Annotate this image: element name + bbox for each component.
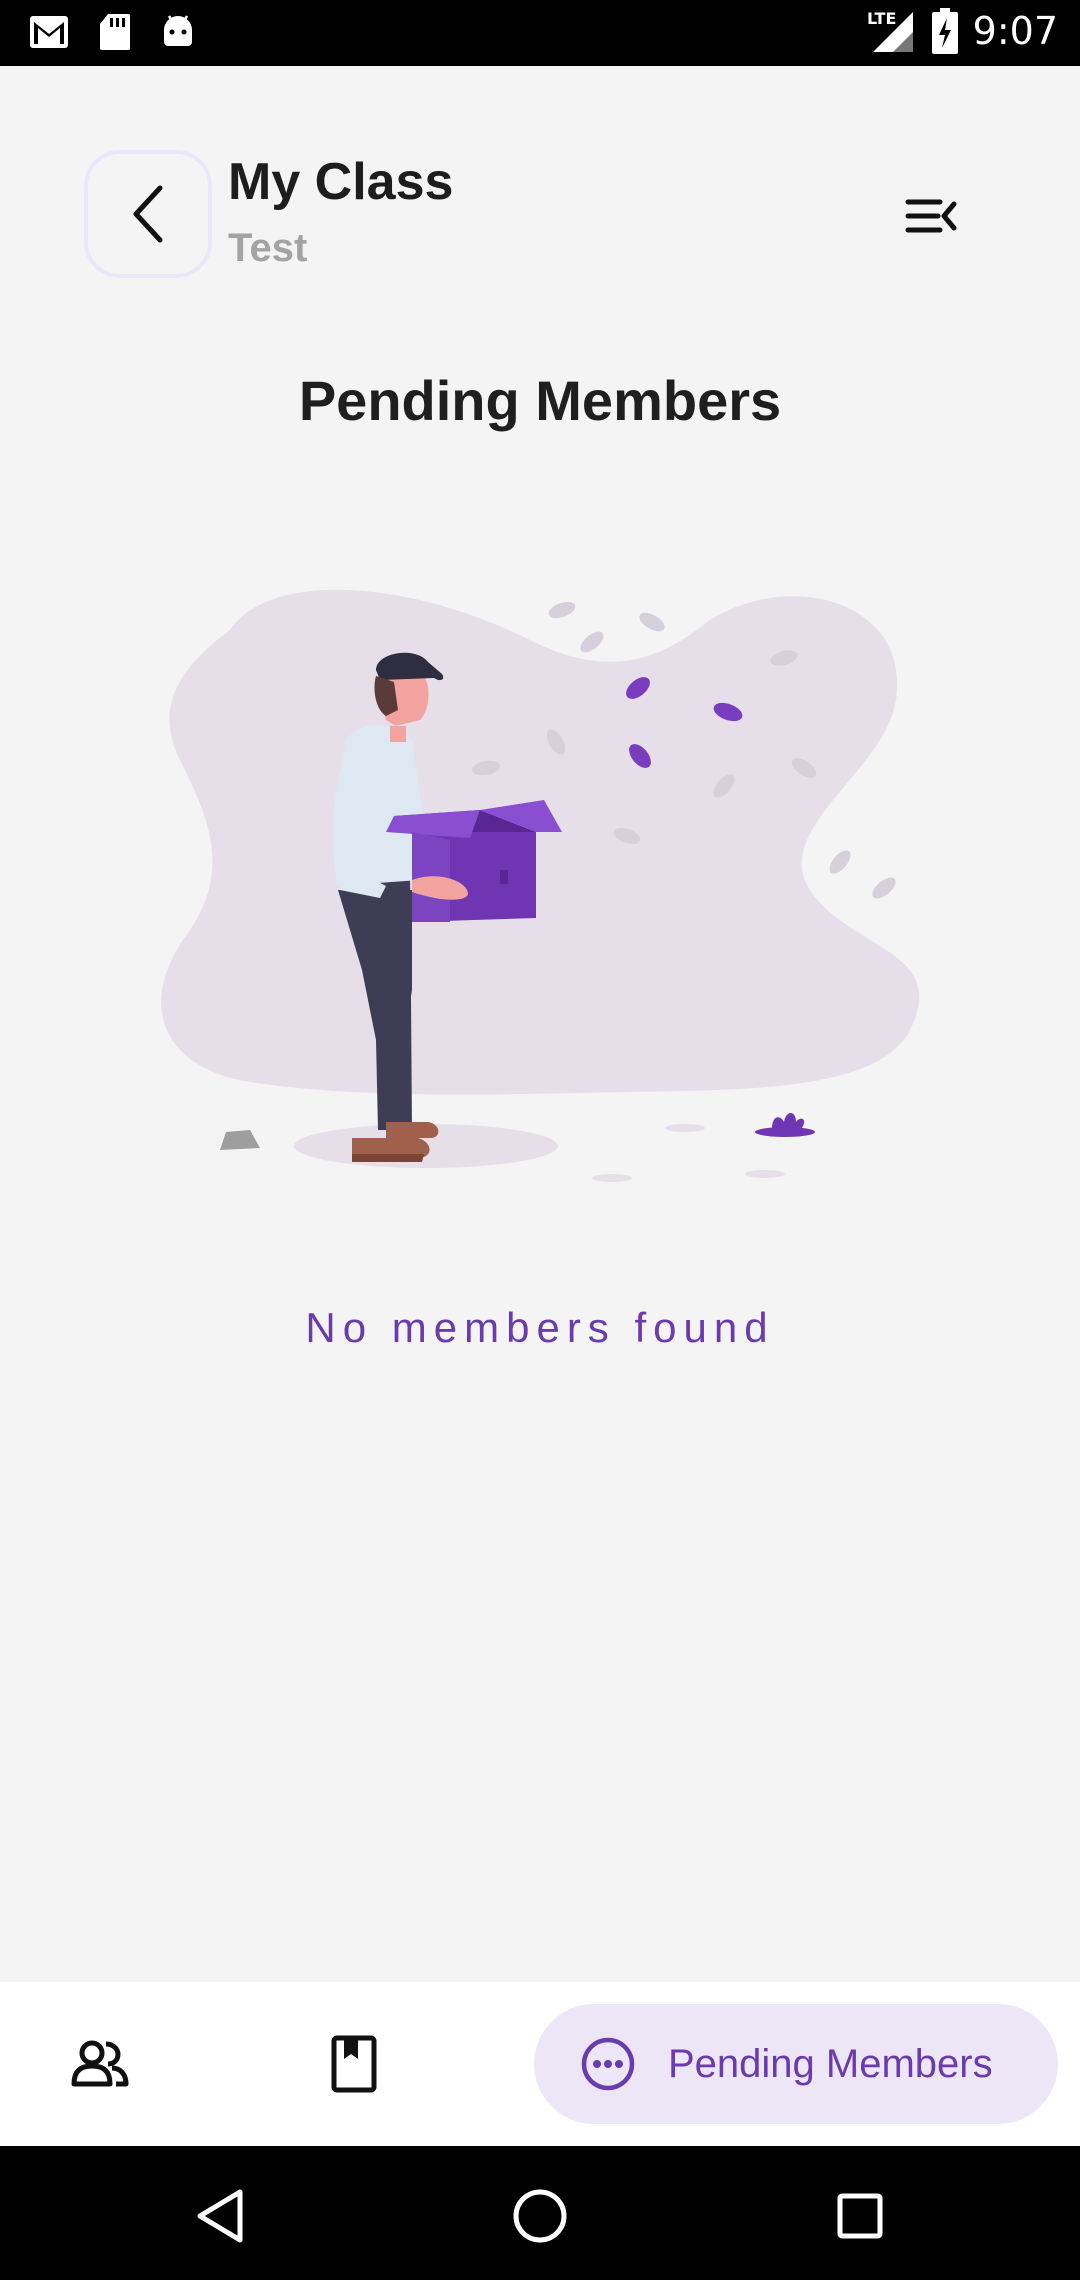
system-recents-button[interactable]: [820, 2176, 900, 2256]
empty-box-illustration: [161, 589, 920, 1182]
chevron-left-icon: [133, 185, 163, 243]
gmail-icon: [30, 16, 68, 48]
page-heading: Pending Members: [298, 369, 782, 432]
system-home-button[interactable]: [500, 2176, 580, 2256]
signal-icon: LTE: [867, 9, 913, 52]
back-triangle-icon: [197, 2189, 243, 2243]
nav-pending-members-tab[interactable]: Pending Members: [534, 2004, 1058, 2124]
menu-collapse-icon: [905, 199, 957, 233]
class-subtitle: Test: [228, 226, 308, 270]
nav-book-tab[interactable]: [304, 1982, 404, 2146]
recents-square-icon: [837, 2193, 883, 2239]
status-bar: LTE 9:07: [0, 0, 1080, 66]
system-navigation-bar: [0, 2146, 1080, 2280]
system-back-button[interactable]: [180, 2176, 260, 2256]
status-time: 9:07: [972, 9, 1058, 53]
empty-state-message: No members found: [305, 1304, 775, 1351]
class-title: My Class: [228, 153, 454, 211]
home-circle-icon: [513, 2189, 567, 2243]
android-icon: [164, 15, 192, 46]
app-screen: LTE 9:07 My Class Test Pending Members N…: [0, 0, 1080, 2280]
more-circle-icon: [581, 2037, 635, 2091]
nav-members-tab[interactable]: [50, 1982, 150, 2146]
people-icon: [71, 2040, 129, 2087]
battery-charging-icon: [931, 8, 958, 54]
back-button[interactable]: [84, 150, 212, 278]
book-icon: [331, 2035, 377, 2093]
network-type-label: LTE: [867, 9, 896, 28]
nav-pending-members-label: Pending Members: [668, 2041, 993, 2086]
menu-button[interactable]: [894, 184, 966, 248]
bottom-navigation: Pending Members: [0, 1982, 1080, 2146]
sd-card-icon: [100, 14, 130, 50]
